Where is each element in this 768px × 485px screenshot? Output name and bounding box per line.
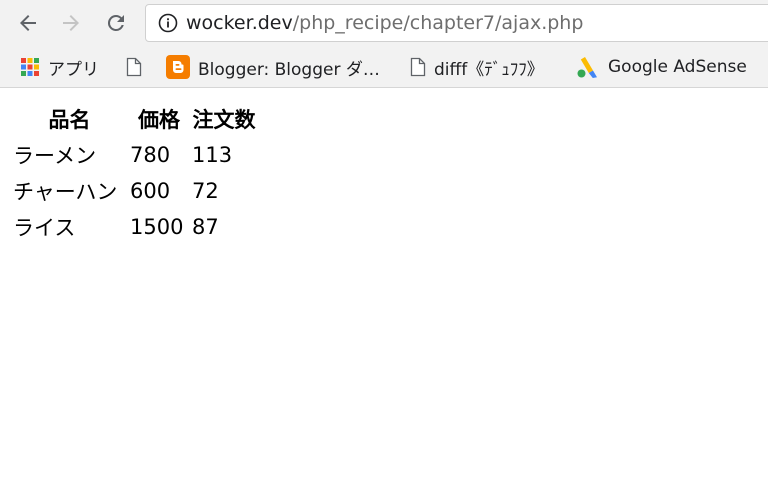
- header-order-count: 注文数: [192, 108, 256, 132]
- bookmark-apps-label: アプリ: [48, 59, 99, 80]
- bookmark-adsense-label: Google AdSense: [608, 57, 747, 77]
- bookmark-untitled[interactable]: [126, 46, 150, 88]
- bookmarks-bar: アプリ Blogger: Blogger ダ… difff《ﾃﾞｭﾌﾌ》 Goo…: [0, 46, 768, 88]
- cell-order-count: 72: [192, 179, 219, 203]
- url-path: /php_recipe/chapter7/ajax.php: [292, 12, 584, 34]
- cell-order-count: 113: [192, 143, 233, 167]
- reload-icon: [107, 14, 124, 31]
- url-host: wocker.dev: [186, 12, 293, 34]
- bookmark-apps[interactable]: アプリ: [20, 46, 99, 88]
- bookmark-blogger-label: Blogger: Blogger ダ…: [198, 59, 380, 80]
- apps-grid-icon: [20, 57, 40, 77]
- menu-table: 品名 価格 注文数 ラーメン 780 113 チャーハン 600 72 ライス …: [10, 100, 259, 246]
- cell-price: 1500: [130, 215, 184, 239]
- cell-item-name: ライス: [13, 216, 76, 240]
- blogger-icon: [166, 55, 190, 79]
- cell-item-name: ラーメン: [13, 144, 97, 168]
- cell-price: 780: [130, 143, 171, 167]
- bookmark-adsense[interactable]: Google AdSense: [576, 46, 747, 88]
- header-item-name: 品名: [48, 108, 91, 132]
- page-icon: [410, 57, 426, 77]
- reload-button[interactable]: [100, 7, 132, 39]
- cell-item-name: チャーハン: [13, 180, 118, 204]
- forward-arrow-icon: [63, 15, 79, 31]
- bookmark-difff[interactable]: difff《ﾃﾞｭﾌﾌ》: [410, 46, 544, 88]
- table-row: ラーメン 780 113: [12, 138, 257, 172]
- table-header-row: 品名 価格 注文数: [12, 102, 257, 136]
- back-arrow-icon: [20, 15, 36, 31]
- adsense-icon: [576, 56, 600, 78]
- url-text: wocker.dev/php_recipe/chapter7/ajax.php: [186, 11, 583, 35]
- browser-toolbar: wocker.dev/php_recipe/chapter7/ajax.php: [0, 0, 768, 46]
- page-icon: [126, 57, 142, 77]
- page-content: 品名 価格 注文数 ラーメン 780 113 チャーハン 600 72 ライス …: [10, 100, 259, 246]
- cell-order-count: 87: [192, 215, 219, 239]
- bookmark-difff-label: difff《ﾃﾞｭﾌﾌ》: [434, 59, 544, 80]
- table-row: ライス 1500 87: [12, 210, 257, 244]
- info-icon[interactable]: [158, 13, 178, 33]
- back-button[interactable]: [12, 7, 44, 39]
- cell-price: 600: [130, 179, 171, 203]
- bookmark-blogger[interactable]: Blogger: Blogger ダ…: [166, 46, 380, 88]
- table-row: チャーハン 600 72: [12, 174, 257, 208]
- header-price: 価格: [138, 108, 180, 132]
- forward-button[interactable]: [55, 7, 87, 39]
- address-bar[interactable]: wocker.dev/php_recipe/chapter7/ajax.php: [145, 4, 768, 42]
